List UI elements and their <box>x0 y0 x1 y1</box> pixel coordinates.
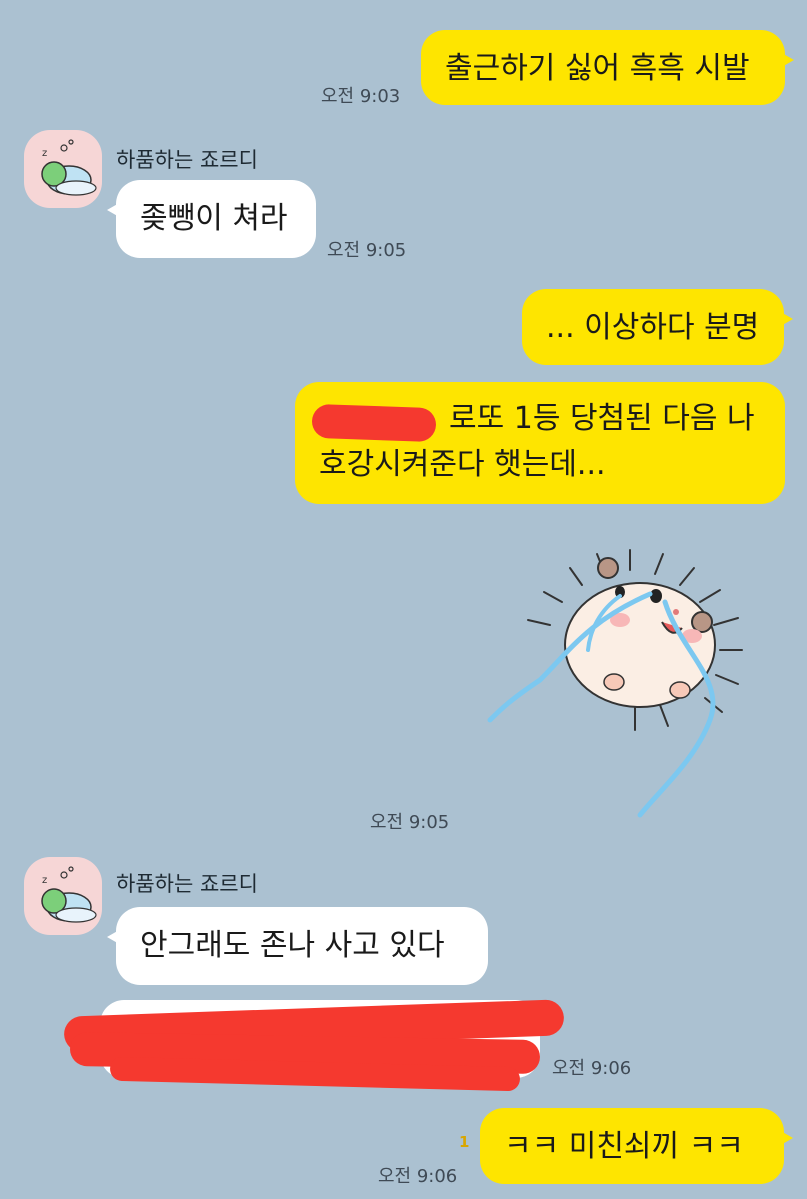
message-text: 출근하기 싫어 흑흑 시발 <box>445 51 750 86</box>
message-time: 오전 9:06 <box>378 1166 458 1187</box>
sleeping-jordy-avatar-icon: z <box>41 139 97 196</box>
crying-hedgehog-sticker <box>487 549 743 818</box>
message-bubble-theirs[interactable]: 안그래도 존나 사고 있다 <box>107 907 488 985</box>
message-time: 오전 9:05 <box>327 240 407 261</box>
contact-name: 하품하는 죠르디 <box>116 148 258 172</box>
unread-count: 1 <box>459 1133 470 1151</box>
message-text: 안그래도 존나 사고 있다 <box>140 928 445 963</box>
message-text-line-1: 로또 1등 당첨된 다음 나 <box>449 401 755 436</box>
message-text: 좆뺑이 쳐라 <box>140 201 288 236</box>
svg-text:z: z <box>42 148 47 159</box>
sticker[interactable] <box>480 540 780 840</box>
message-time: 오전 9:05 <box>370 812 450 833</box>
message-bubble-mine[interactable]: 로또 1등 당첨된 다음 나 호강시켜준다 햇는데... <box>295 382 785 504</box>
message-bubble-mine[interactable]: ㅋㅋ 미친쇠끼 ㅋㅋ <box>480 1108 793 1184</box>
message-bubble-mine[interactable]: 출근하기 싫어 흑흑 시발 <box>421 30 794 105</box>
contact-avatar[interactable]: z <box>24 130 102 208</box>
contact-avatar[interactable]: z <box>24 857 102 935</box>
sleeping-jordy-avatar-icon: z <box>41 866 97 923</box>
message-time: 오전 9:06 <box>552 1058 632 1079</box>
message-time: 오전 9:03 <box>321 86 401 107</box>
message-text-line-2: 호강시켜준다 햇는데... <box>319 447 606 482</box>
message-text: ... 이상하다 분명 <box>546 310 760 345</box>
contact-name: 하품하는 죠르디 <box>116 872 258 896</box>
message-bubble-theirs[interactable]: 좆뺑이 쳐라 <box>107 180 316 258</box>
redaction-mark <box>311 403 437 443</box>
message-bubble-mine[interactable]: ... 이상하다 분명 <box>522 289 793 365</box>
message-text: ㅋㅋ 미친쇠끼 ㅋㅋ <box>504 1129 744 1164</box>
svg-text:z: z <box>42 875 47 886</box>
